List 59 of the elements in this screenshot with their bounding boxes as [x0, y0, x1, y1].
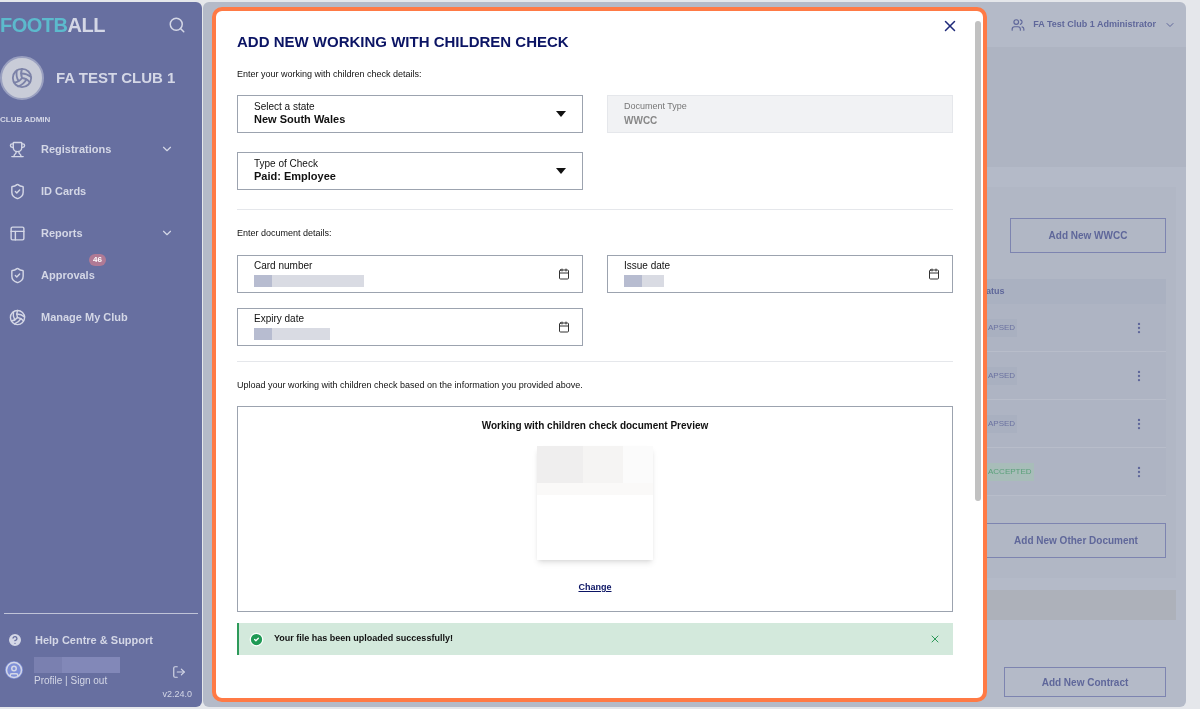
calendar-icon [558, 267, 570, 280]
status-badge: APSED [986, 366, 1018, 385]
count-badge: 46 [89, 254, 106, 266]
field-value: WWCC [624, 114, 659, 129]
add-contract-button[interactable]: Add New Contract [1004, 667, 1166, 697]
field-label: Card number [254, 260, 314, 273]
section-text: Enter your working with children check details: [237, 67, 423, 81]
layout-icon [9, 224, 26, 242]
sign-out-icon[interactable] [172, 664, 186, 679]
club-name: FA TEST CLUB 1 [56, 67, 176, 88]
calendar-icon [928, 267, 940, 280]
ball-icon [9, 308, 26, 326]
profile-links[interactable]: Profile | Sign out [34, 672, 172, 688]
status-badge: APSED [986, 318, 1018, 337]
help-link[interactable]: Help Centre & Support [35, 632, 153, 649]
shield-check-icon [9, 182, 26, 200]
nav-item[interactable]: ID Cards [0, 178, 202, 204]
redacted-value [624, 274, 664, 287]
trophy-icon [9, 140, 26, 158]
date-field[interactable]: Issue date [607, 254, 953, 293]
field-value: New South Wales [254, 113, 347, 128]
select-field[interactable]: Select a state New South Wales [237, 95, 583, 133]
nav-item[interactable]: Reports [0, 220, 202, 246]
user-name: FA Test Club 1 Administrator [1033, 17, 1156, 31]
section-text: Upload your working with children check based on the information you provided above. [237, 378, 584, 392]
status-badge: ACCEPTED [986, 462, 1034, 481]
date-field[interactable]: Expiry date [237, 307, 583, 346]
help-icon [7, 632, 23, 649]
field-label: Issue date [624, 260, 672, 273]
club-crest-icon [0, 56, 44, 100]
logo-text: FOOTBALL [0, 13, 105, 38]
nav-item[interactable]: Registrations [0, 136, 202, 162]
select-field[interactable]: Type of Check Paid: Employee [237, 152, 583, 190]
user-icon [1011, 17, 1026, 32]
version-text: v2.24.0 [162, 687, 193, 701]
check-icon [249, 631, 264, 647]
section-text: Enter document details: [237, 227, 333, 240]
shield-check-icon [9, 266, 26, 284]
calendar-icon [558, 320, 570, 333]
modal-title: ADD NEW WORKING WITH CHILDREN CHECK [237, 32, 569, 52]
field-label: Select a state [254, 100, 316, 114]
preview-title: Working with children check document Preview [481, 419, 709, 433]
field-label: Type of Check [254, 157, 319, 171]
status-badge: APSED [986, 414, 1018, 433]
change-link[interactable]: Change [578, 581, 612, 595]
field-label: Document Type [624, 99, 688, 113]
nav-item[interactable]: Manage My Club [0, 304, 202, 330]
date-field[interactable]: Card number [237, 254, 583, 293]
field-value: Paid: Employee [254, 170, 337, 185]
search-icon[interactable] [168, 16, 186, 34]
field-label: Expiry date [254, 313, 306, 326]
section-label: CLUB ADMIN [0, 114, 52, 126]
dropdown-caret-icon [556, 168, 566, 174]
dropdown-caret-icon [556, 111, 566, 117]
table-header: atus [986, 279, 1166, 304]
avatar-icon [5, 660, 23, 679]
add-other-document-button[interactable]: Add New Other Document [986, 523, 1166, 558]
alert-message: Your file has been uploaded successfully! [274, 632, 454, 646]
add-wwcc-button[interactable]: Add New WWCC [1010, 218, 1166, 253]
